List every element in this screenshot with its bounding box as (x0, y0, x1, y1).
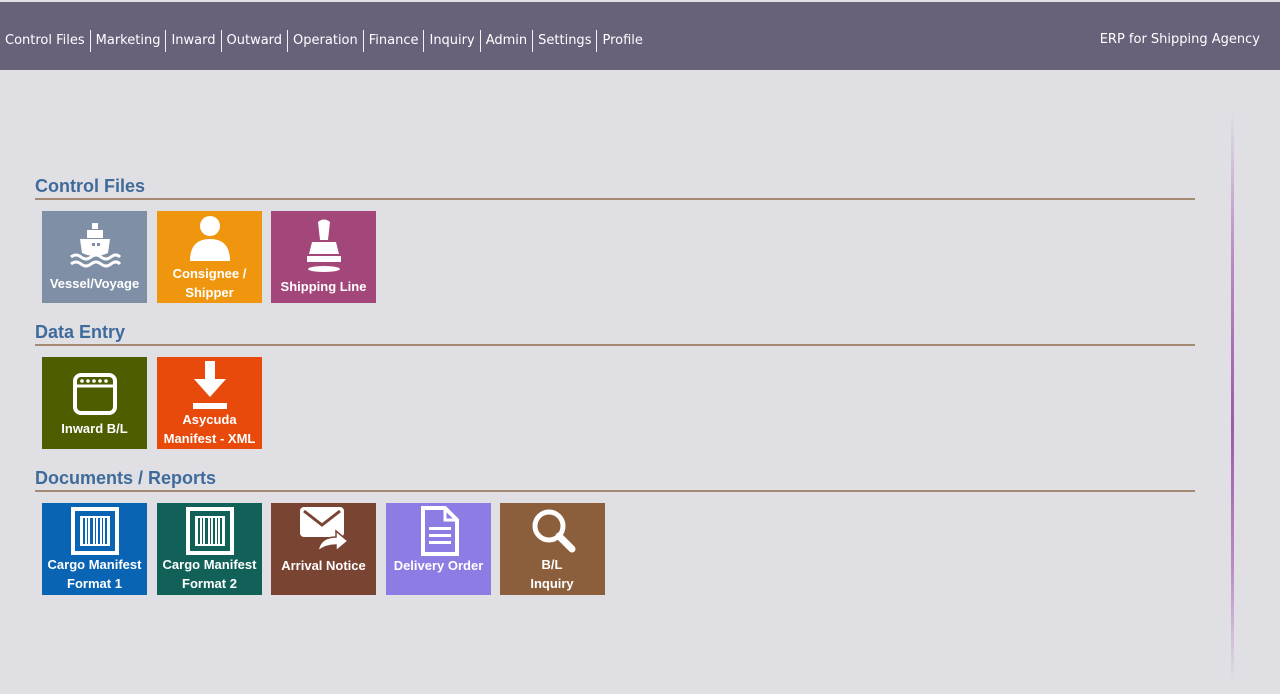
tile-label: Delivery Order (393, 558, 484, 573)
menu-inquiry[interactable]: Inquiry (424, 31, 479, 51)
menu-outward[interactable]: Outward (222, 31, 288, 51)
barcode-icon (42, 506, 147, 556)
tile-label: Cargo Manifest Format 1 (47, 557, 142, 591)
tile-shipping-line[interactable]: Shipping Line (271, 211, 376, 303)
search-icon (500, 506, 605, 554)
tile-label: Consignee / Shipper (172, 266, 247, 300)
document-icon (386, 505, 491, 557)
section-title-documents-reports: Documents / Reports (35, 468, 217, 488)
mail-forward-icon (271, 505, 376, 555)
menu-settings[interactable]: Settings (533, 31, 596, 51)
tile-asycuda-manifest[interactable]: Asycuda Manifest - XML (157, 357, 262, 449)
tile-label: Arrival Notice (281, 558, 366, 573)
tile-inward-bl[interactable]: Inward B/L (42, 357, 147, 449)
section-divider (35, 198, 1195, 200)
tile-delivery-order[interactable]: Delivery Order (386, 503, 491, 595)
barcode-icon (157, 506, 262, 556)
tile-label: Inward B/L (61, 421, 128, 436)
tile-label: Cargo Manifest Format 2 (162, 557, 257, 591)
user-icon (157, 215, 262, 263)
tile-bl-inquiry[interactable]: B/L Inquiry (500, 503, 605, 595)
section-title-data-entry: Data Entry (35, 322, 126, 342)
tile-cargo-manifest-1[interactable]: Cargo Manifest Format 1 (42, 503, 147, 595)
top-navbar: Control Files Marketing Inward Outward O… (0, 2, 1280, 70)
menu-inward[interactable]: Inward (166, 31, 220, 51)
tile-arrival-notice[interactable]: Arrival Notice (271, 503, 376, 595)
scrollbar-track[interactable] (1231, 112, 1234, 682)
menu-marketing[interactable]: Marketing (91, 31, 166, 51)
tile-consignee-shipper[interactable]: Consignee / Shipper (157, 211, 262, 303)
menu-finance[interactable]: Finance (364, 31, 424, 51)
section-divider (35, 490, 1195, 492)
app-brand: ERP for Shipping Agency (1099, 32, 1260, 47)
menu-profile[interactable]: Profile (597, 31, 647, 51)
tile-label: B/L Inquiry (530, 557, 574, 591)
main-menu: Control Files Marketing Inward Outward O… (0, 29, 648, 53)
menu-operation[interactable]: Operation (288, 31, 363, 51)
ship-icon (42, 221, 147, 273)
download-icon (157, 359, 262, 411)
tile-label: Asycuda Manifest - XML (163, 412, 256, 446)
tile-vessel-voyage[interactable]: Vessel/Voyage (42, 211, 147, 303)
menu-control-files[interactable]: Control Files (0, 31, 90, 51)
window-icon (42, 372, 147, 416)
stamp-icon (271, 218, 376, 274)
tile-cargo-manifest-2[interactable]: Cargo Manifest Format 2 (157, 503, 262, 595)
menu-admin[interactable]: Admin (481, 31, 532, 51)
section-title-control-files: Control Files (35, 176, 146, 196)
tile-label: Shipping Line (280, 279, 367, 294)
section-divider (35, 344, 1195, 346)
tile-label: Vessel/Voyage (49, 276, 140, 291)
